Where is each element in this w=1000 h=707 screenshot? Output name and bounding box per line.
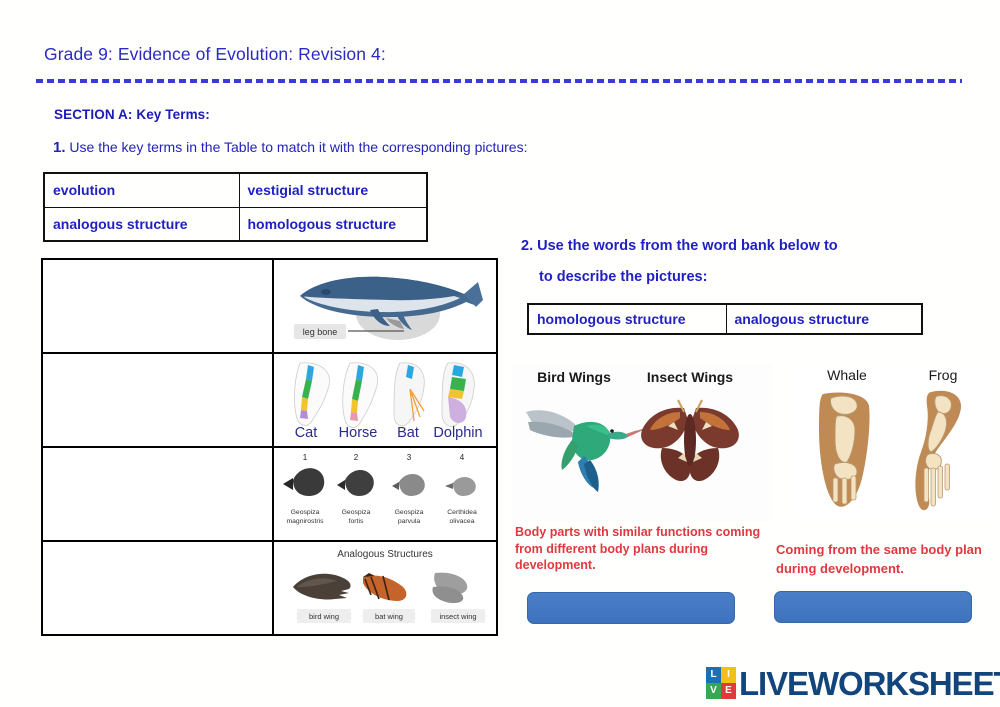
whale-vestigial-leg-bone-figure: leg bone <box>274 260 496 352</box>
whale-leg-bone-label: leg bone <box>302 327 337 337</box>
answer-cell-2[interactable] <box>41 352 274 448</box>
picture-cell-whale: leg bone <box>272 258 498 354</box>
forelimb-label-dolphin: Dolphin <box>433 425 482 441</box>
key-term-analogous-structure[interactable]: analogous structure <box>43 206 240 242</box>
question-1-number: 1. <box>53 139 66 156</box>
figure-label-frog: Frog <box>929 367 958 383</box>
finch-name-3-line1: Geospiza <box>395 509 424 516</box>
analogous-label-insect-wing: insect wing <box>439 612 476 621</box>
table-row: 1 Geospiza magnirostris 2 Geospiza forti… <box>41 446 498 542</box>
finch-name-1-line2: magnirostris <box>286 518 324 525</box>
answer-dropbox-2[interactable] <box>774 591 972 623</box>
logo-tile-i: I <box>721 667 736 683</box>
finch-number-1: 1 <box>303 453 308 462</box>
figure-label-whale: Whale <box>827 367 867 383</box>
word-bank-homologous-structure[interactable]: homologous structure <box>527 303 727 335</box>
mammal-forelimb-comparison-figure: Cat Horse Bat Dolphin <box>274 354 496 446</box>
homologous-caption: Coming from the same body plan during de… <box>776 542 982 576</box>
key-term-vestigial-structure[interactable]: vestigial structure <box>238 172 428 208</box>
finch-name-2-line2: fortis <box>349 518 364 525</box>
finch-name-1-line1: Geospiza <box>291 509 320 516</box>
analogous-structures-title: Analogous Structures <box>337 549 433 560</box>
analogous-caption: Body parts with similar functions coming… <box>515 525 761 572</box>
analogous-label-bat-wing: bat wing <box>375 612 403 621</box>
forelimb-label-cat: Cat <box>294 425 317 441</box>
finch-number-4: 4 <box>460 453 465 462</box>
header-divider <box>36 79 962 83</box>
liveworksheets-logo: L I V E LIVEWORKSHEETS <box>706 662 1000 704</box>
bird-and-insect-wings-illustration: Bird Wings Insect Wings <box>512 364 772 522</box>
analogous-wings-figure: Analogous Structures bird wing bat wing <box>274 542 496 634</box>
logo-tiles: L I V E <box>706 667 736 699</box>
word-bank-analogous-structure[interactable]: analogous structure <box>725 303 923 335</box>
table-row: Cat Horse Bat Dolphin <box>41 352 498 448</box>
answer-cell-4[interactable] <box>41 540 274 636</box>
question-1-text: Use the key terms in the Table to match … <box>69 139 528 155</box>
key-term-homologous-structure[interactable]: homologous structure <box>238 206 428 242</box>
figure-label-bird-wings: Bird Wings <box>537 369 611 385</box>
table-row: Analogous Structures bird wing bat wing <box>41 540 498 636</box>
analogous-label-bird-wing: bird wing <box>309 612 339 621</box>
picture-cell-analogous-wings: Analogous Structures bird wing bat wing <box>272 540 498 636</box>
matching-table: leg bone Cat Horse Bat Dolphin 1 Geospiz… <box>41 258 498 636</box>
key-term-evolution[interactable]: evolution <box>43 172 240 208</box>
whale-frog-forelimb-illustration: Whale Frog <box>795 364 995 522</box>
bird-and-insect-wings-figure: Bird Wings Insect Wings <box>512 364 772 522</box>
question-2-line2: to describe the pictures: <box>539 269 708 285</box>
forelimb-comparison-illustration: Cat Horse Bat Dolphin <box>293 362 482 441</box>
page-title: Grade 9: Evidence of Evolution: Revision… <box>44 44 386 64</box>
answer-cell-1[interactable] <box>41 258 274 354</box>
darwin-finch-beaks-figure: 1 Geospiza magnirostris 2 Geospiza forti… <box>274 448 496 540</box>
logo-tile-v: V <box>706 683 721 699</box>
question-2-prompt: 2. Use the words from the word bank belo… <box>521 231 838 293</box>
question-1-prompt: 1. Use the key terms in the Table to mat… <box>53 139 527 156</box>
logo-tile-l: L <box>706 667 721 683</box>
answer-dropbox-1[interactable] <box>527 592 735 624</box>
finch-name-4-line2: olivacea <box>450 518 475 525</box>
finch-name-4-line1: Certhidea <box>447 509 477 516</box>
forelimb-label-horse: Horse <box>338 425 377 441</box>
whale-and-frog-forelimbs-figure: Whale Frog <box>795 364 995 522</box>
logo-wordmark: LIVEWORKSHEETS <box>739 664 1000 702</box>
forelimb-label-bat: Bat <box>397 425 419 441</box>
finch-name-2-line1: Geospiza <box>342 509 371 516</box>
key-terms-table: evolution vestigial structure analogous … <box>43 172 428 242</box>
picture-cell-forelimbs: Cat Horse Bat Dolphin <box>272 352 498 448</box>
word-bank-table: homologous structure analogous structure <box>527 303 923 335</box>
table-row: leg bone <box>41 258 498 354</box>
worksheet-page: Grade 9: Evidence of Evolution: Revision… <box>0 0 1000 707</box>
table-row: homologous structure analogous structure <box>527 303 923 335</box>
picture-cell-finches: 1 Geospiza magnirostris 2 Geospiza forti… <box>272 446 498 542</box>
finch-number-3: 3 <box>407 453 412 462</box>
table-row: evolution vestigial structure <box>43 172 428 208</box>
question-2-line1: Use the words from the word bank below t… <box>537 238 838 254</box>
analogous-wings-illustration: Analogous Structures bird wing bat wing <box>293 549 485 623</box>
logo-tile-e: E <box>721 683 736 699</box>
finch-name-3-line2: parvula <box>398 518 421 525</box>
finch-number-2: 2 <box>354 453 359 462</box>
section-a-heading: SECTION A: Key Terms: <box>54 107 210 122</box>
table-row: analogous structure homologous structure <box>43 206 428 242</box>
finch-beaks-illustration: 1 Geospiza magnirostris 2 Geospiza forti… <box>283 453 477 525</box>
whale-illustration: leg bone <box>293 276 483 340</box>
figure-label-insect-wings: Insect Wings <box>647 369 733 385</box>
answer-cell-3[interactable] <box>41 446 274 542</box>
question-2-number: 2. <box>521 238 534 254</box>
